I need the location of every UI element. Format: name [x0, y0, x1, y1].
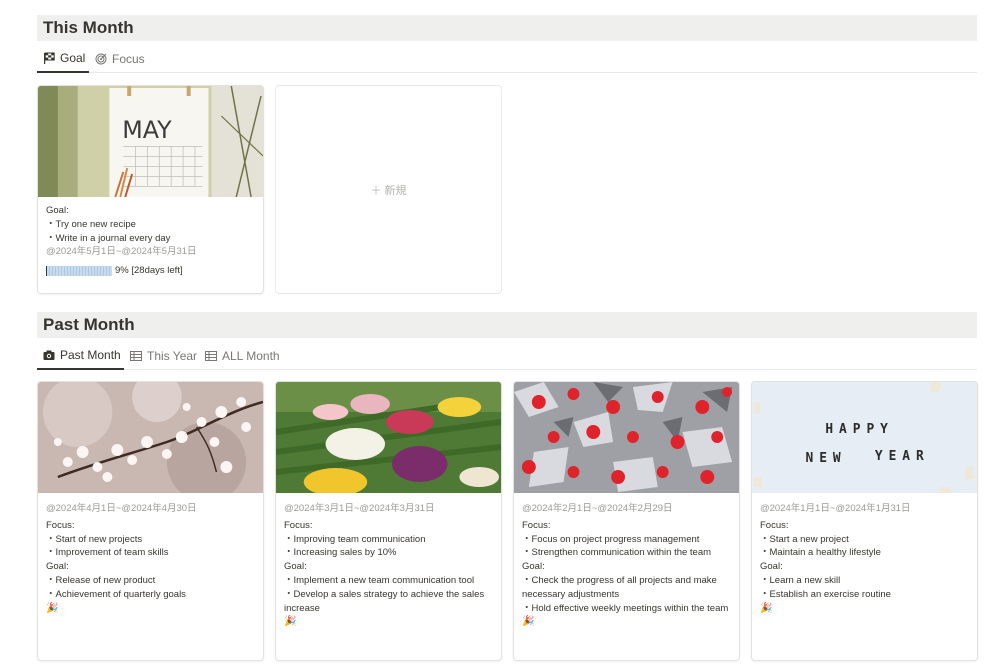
- may-calendar-image: MAY: [38, 86, 263, 197]
- past-month-title: Past Month: [43, 315, 135, 334]
- new-label: 新規: [384, 185, 407, 197]
- this-month-title: This Month: [43, 18, 134, 37]
- goal-item: ・Hold effective weekly meetings within t…: [522, 602, 729, 614]
- focus-label: Focus:: [760, 519, 789, 531]
- goal-label: Goal:: [284, 561, 307, 573]
- plus-icon: ＋: [370, 185, 382, 197]
- tab-focus[interactable]: Focus: [95, 45, 145, 73]
- tab-all-month-label: ALL Month: [222, 349, 280, 363]
- focus-item: ・Start a new project: [760, 533, 849, 545]
- tab-past-month[interactable]: Past Month: [37, 342, 124, 370]
- goal-item: ・Learn a new skill: [760, 574, 841, 586]
- tab-goal[interactable]: Goal: [37, 45, 89, 73]
- hearts-foil-image: [514, 382, 739, 493]
- focus-item: ・Improving team communication: [284, 533, 426, 545]
- card-body: @2024年3月1日~@2024年3月31日 Focus: ・Improving…: [284, 502, 495, 629]
- focus-label: Focus:: [46, 519, 75, 531]
- this-month-card-body: Goal: ・Try one new recipe ・Write in a jo…: [46, 204, 257, 278]
- progress-bar: [46, 265, 112, 276]
- past-month-tabs: Past Month This Year ALL Month: [37, 342, 977, 370]
- this-month-tabs: Goal Focus: [37, 45, 977, 73]
- focus-item: ・Strengthen communication within the tea…: [522, 547, 712, 559]
- date-range: @2024年2月1日~@2024年2月29日: [522, 503, 673, 514]
- svg-text:NEW: NEW: [806, 451, 847, 466]
- party-popper-icon: 🎉: [46, 602, 59, 614]
- goal-label: Goal:: [522, 561, 545, 573]
- tab-this-year-label: This Year: [147, 349, 198, 363]
- focus-label: Focus:: [284, 519, 313, 531]
- goal-item: ・Implement a new team communication tool: [284, 574, 475, 586]
- card-body: @2024年4月1日~@2024年4月30日 Focus: ・Start of …: [46, 502, 257, 615]
- camera-icon: [43, 349, 55, 361]
- table-icon: [205, 350, 217, 362]
- tab-all-month[interactable]: ALL Month: [205, 342, 280, 370]
- past-month-card[interactable]: @2024年4月1日~@2024年4月30日 Focus: ・Start of …: [37, 381, 264, 661]
- svg-text:YEAR: YEAR: [875, 449, 930, 464]
- tulips-image: [276, 382, 501, 493]
- goal-label: Goal:: [46, 205, 69, 216]
- goal-item: ・Develop a sales strategy to achieve the…: [284, 588, 485, 614]
- past-month-card[interactable]: @2024年3月1日~@2024年3月31日 Focus: ・Improving…: [275, 381, 502, 661]
- focus-item: ・Increasing sales by 10%: [284, 547, 397, 559]
- goal-label: Goal:: [760, 561, 783, 573]
- focus-item: ・Start of new projects: [46, 533, 143, 545]
- past-month-card[interactable]: HAPPY NEW YEAR @2024年1月1日~@2024年1月31日 Fo…: [751, 381, 978, 661]
- this-month-card[interactable]: MAY Goal: ・Try one new recipe ・Write in …: [37, 85, 264, 294]
- card-body: @2024年2月1日~@2024年2月29日 Focus: ・Focus on …: [522, 502, 733, 629]
- card-body: @2024年1月1日~@2024年1月31日 Focus: ・Start a n…: [760, 502, 971, 615]
- past-month-card[interactable]: @2024年2月1日~@2024年2月29日 Focus: ・Focus on …: [513, 381, 740, 661]
- party-popper-icon: 🎉: [760, 602, 773, 614]
- goal-item: ・Establish an exercise routine: [760, 588, 891, 600]
- party-popper-icon: 🎉: [284, 616, 297, 628]
- focus-label: Focus:: [522, 519, 551, 531]
- focus-item: ・Improvement of team skills: [46, 547, 169, 559]
- cherry-blossom-image: [38, 382, 263, 493]
- past-month-header: Past Month: [37, 312, 977, 338]
- goal-item: ・Release of new product: [46, 574, 156, 586]
- date-range: @2024年1月1日~@2024年1月31日: [760, 503, 911, 514]
- svg-text:HAPPY: HAPPY: [825, 422, 894, 437]
- date-range: @2024年5月1日~@2024年5月31日: [46, 246, 197, 258]
- tab-past-month-label: Past Month: [60, 348, 121, 362]
- goal-item: ・Write in a journal every day: [46, 232, 171, 244]
- target-icon: [95, 53, 107, 65]
- goal-item: ・Achievement of quarterly goals: [46, 588, 186, 600]
- goal-item: ・Check the progress of all projects and …: [522, 574, 717, 600]
- table-icon: [130, 350, 142, 362]
- focus-item: ・Focus on project progress management: [522, 533, 700, 545]
- goal-label: Goal:: [46, 561, 69, 573]
- svg-text:MAY: MAY: [122, 116, 172, 144]
- checkered-flag-icon: [43, 52, 55, 64]
- date-range: @2024年4月1日~@2024年4月30日: [46, 503, 197, 514]
- tab-goal-label: Goal: [60, 51, 86, 65]
- new-card-button[interactable]: ＋ 新規: [275, 85, 502, 294]
- progress-row: 9% [28days left]: [46, 264, 257, 278]
- progress-text: 9% [28days left]: [115, 265, 183, 277]
- focus-item: ・Maintain a healthy lifestyle: [760, 547, 881, 559]
- date-range: @2024年3月1日~@2024年3月31日: [284, 503, 435, 514]
- tab-focus-label: Focus: [112, 52, 145, 66]
- tab-this-year[interactable]: This Year: [130, 342, 197, 370]
- goal-item: ・Try one new recipe: [46, 218, 136, 230]
- party-popper-icon: 🎉: [522, 616, 535, 628]
- happy-new-year-image: HAPPY NEW YEAR: [752, 382, 977, 493]
- this-month-header: This Month: [37, 15, 977, 41]
